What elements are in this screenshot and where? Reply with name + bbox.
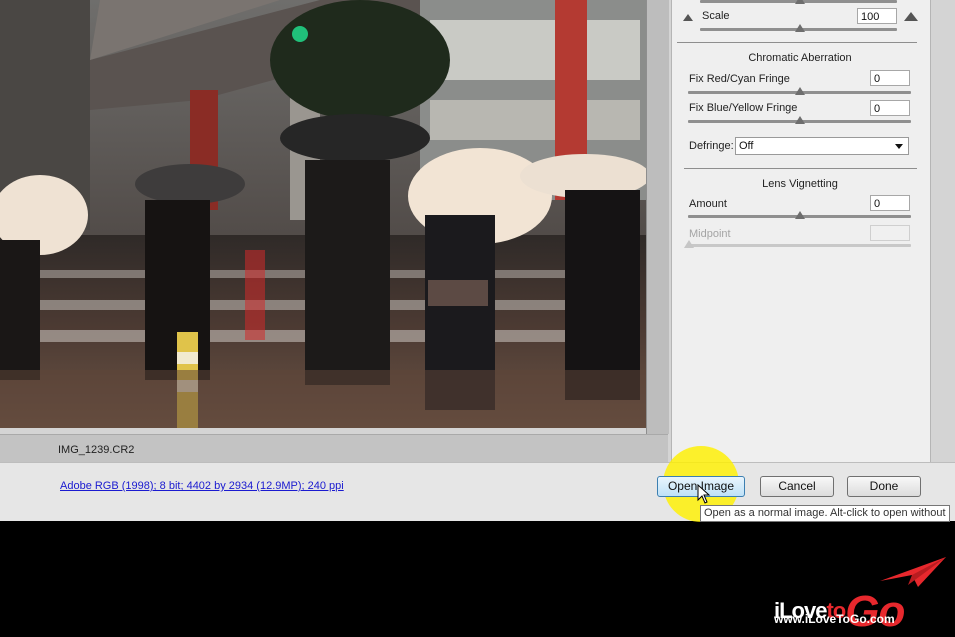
brand-url: www.iLoveToGo.com: [774, 612, 895, 626]
brand-watermark: iLovetoGo www.iLoveToGo.com: [770, 555, 950, 636]
workflow-options-link[interactable]: Adobe RGB (1998); 8 bit; 4402 by 2934 (1…: [60, 480, 344, 492]
prev-slider-thumb: [795, 0, 805, 4]
pointer-cursor-icon: [697, 484, 711, 504]
scale-label: Scale: [702, 10, 730, 22]
chromatic-aberration-title: Chromatic Aberration: [748, 52, 852, 64]
mountain-large-icon: [904, 12, 918, 21]
preview-frame-edge: [646, 0, 669, 434]
blue-yellow-label: Fix Blue/Yellow Fringe: [689, 102, 798, 114]
blue-yellow-slider-thumb[interactable]: [795, 116, 805, 124]
red-cyan-label: Fix Red/Cyan Fringe: [689, 73, 790, 85]
defringe-label: Defringe:: [689, 140, 734, 152]
divider: [677, 42, 917, 43]
scale-input[interactable]: 100: [857, 8, 897, 24]
blue-yellow-input[interactable]: 0: [870, 100, 910, 116]
red-cyan-input[interactable]: 0: [870, 70, 910, 86]
filename-label: IMG_1239.CR2: [58, 444, 135, 456]
done-button[interactable]: Done: [847, 476, 921, 497]
scale-slider-thumb[interactable]: [795, 24, 805, 32]
divider: [684, 168, 917, 169]
amount-slider-thumb[interactable]: [795, 211, 805, 219]
defringe-select[interactable]: Off: [735, 137, 909, 155]
defringe-value: Off: [739, 140, 754, 152]
mountain-small-icon: [683, 14, 693, 21]
photo-street-scene: [0, 0, 646, 428]
camera-raw-dialog: IMG_1239.CR2 Scale 100 Chromatic Aberrat…: [0, 0, 955, 522]
amount-label: Amount: [689, 198, 727, 210]
midpoint-label: Midpoint: [689, 228, 731, 240]
red-cyan-slider-thumb[interactable]: [795, 87, 805, 95]
image-preview[interactable]: [0, 0, 646, 428]
midpoint-slider-thumb: [684, 240, 694, 248]
tooltip: Open as a normal image. Alt-click to ope…: [700, 505, 950, 522]
amount-input[interactable]: 0: [870, 195, 910, 211]
cancel-button[interactable]: Cancel: [760, 476, 834, 497]
lens-vignetting-title: Lens Vignetting: [762, 178, 838, 190]
midpoint-input: [870, 225, 910, 241]
midpoint-slider-track: [688, 244, 911, 247]
chevron-down-icon: [895, 144, 903, 149]
